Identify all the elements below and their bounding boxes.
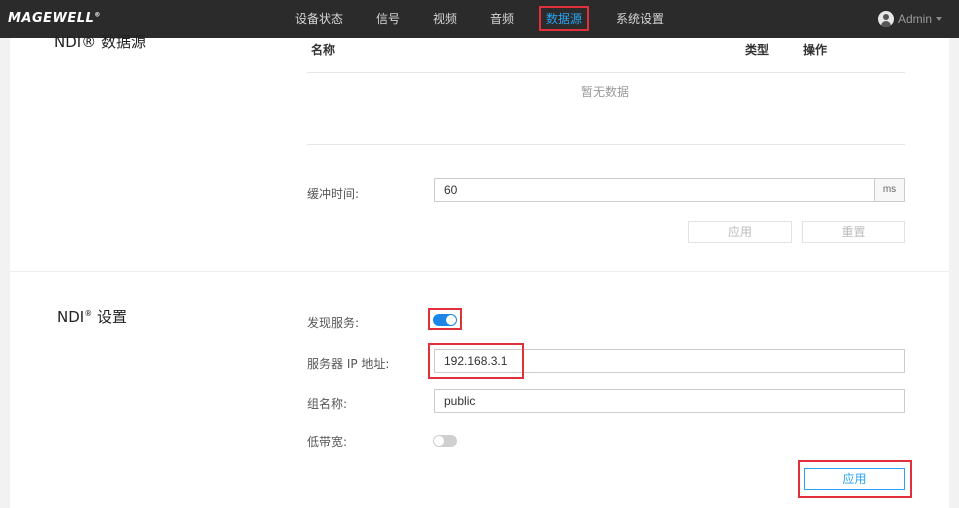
section-divider bbox=[10, 271, 949, 272]
low-bandwidth-label: 低带宽: bbox=[307, 435, 348, 449]
discovery-service-label: 发现服务: bbox=[307, 316, 360, 330]
buffer-time-input[interactable]: 60 bbox=[434, 178, 875, 202]
sources-reset-button[interactable]: 重置 bbox=[802, 221, 905, 243]
column-type-header: 类型 bbox=[745, 43, 770, 57]
nav-signal[interactable]: 信号 bbox=[376, 10, 400, 27]
nav-device-status[interactable]: 设备状态 bbox=[295, 10, 343, 27]
toggle-knob bbox=[434, 436, 444, 446]
group-name-label: 组名称: bbox=[307, 397, 348, 411]
nav-audio[interactable]: 音频 bbox=[490, 10, 514, 27]
sources-apply-button[interactable]: 应用 bbox=[688, 221, 792, 243]
low-bandwidth-toggle[interactable] bbox=[433, 435, 457, 447]
chevron-down-icon bbox=[936, 17, 943, 21]
table-bottom-divider bbox=[307, 144, 905, 145]
user-menu[interactable]: Admin bbox=[878, 11, 943, 27]
column-name-header: 名称 bbox=[311, 43, 336, 57]
magewell-logo[interactable]: MAGEWELL® bbox=[8, 11, 101, 26]
server-ip-label: 服务器 IP 地址: bbox=[307, 357, 390, 371]
discovery-service-toggle[interactable] bbox=[433, 314, 457, 326]
user-avatar-icon bbox=[878, 11, 894, 27]
buffer-time-label: 缓冲时间: bbox=[307, 187, 360, 201]
nav-system-settings[interactable]: 系统设置 bbox=[616, 10, 664, 27]
toggle-knob bbox=[446, 315, 456, 325]
group-name-input[interactable]: public bbox=[434, 389, 905, 413]
empty-state-text: 暂无数据 bbox=[581, 85, 630, 99]
user-name: Admin bbox=[898, 12, 933, 26]
nav-data-source[interactable]: 数据源 bbox=[539, 6, 590, 31]
table-header-divider bbox=[307, 72, 905, 73]
server-ip-highlight bbox=[428, 343, 524, 379]
buffer-time-unit: ms bbox=[875, 178, 905, 202]
ndi-settings-title: NDI® 设置 bbox=[57, 308, 127, 326]
column-action-header: 操作 bbox=[803, 43, 828, 57]
ndi-sources-title: NDI® 数据源 bbox=[54, 33, 146, 51]
settings-apply-button[interactable]: 应用 bbox=[804, 468, 905, 490]
nav-video[interactable]: 视频 bbox=[433, 10, 457, 27]
content-panel: NDI® 数据源 名称 类型 操作 暂无数据 缓冲时间: 60 ms 应用 重置… bbox=[10, 33, 949, 508]
